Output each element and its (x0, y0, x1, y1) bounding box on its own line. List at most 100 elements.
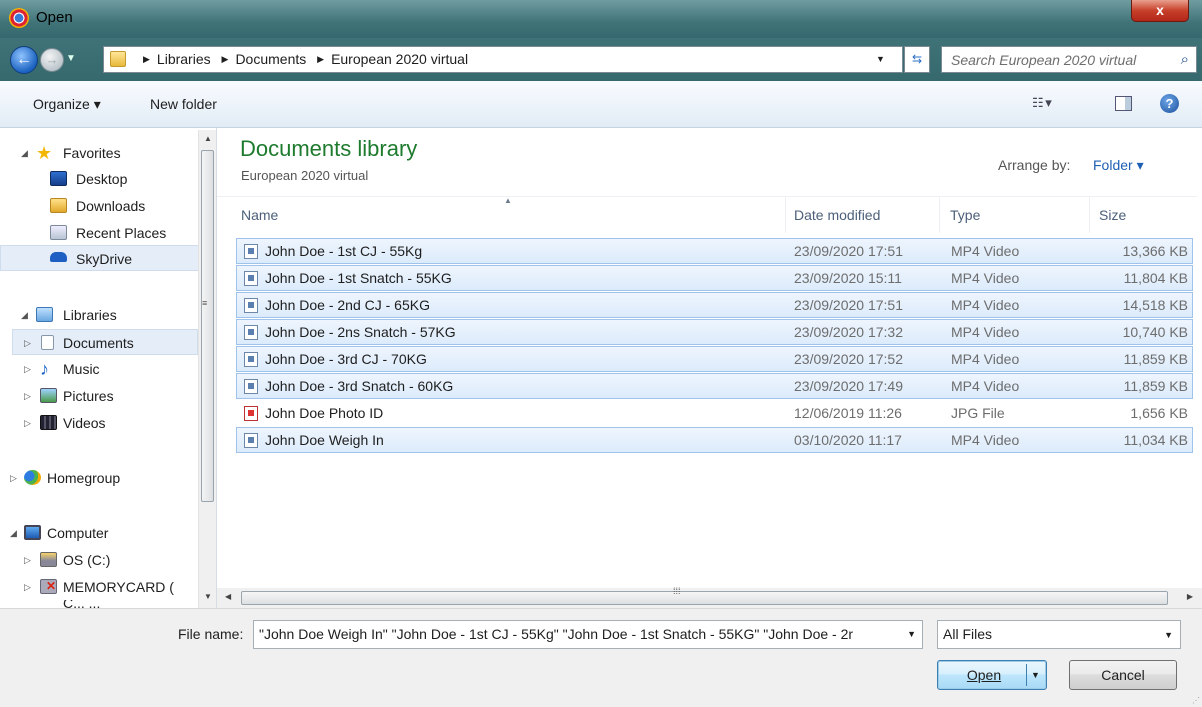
sidebar-item-homegroup[interactable]: ▷ Homegroup (0, 465, 199, 491)
search-placeholder: Search European 2020 virtual (951, 52, 1137, 68)
sidebar-item-videos[interactable]: ▷ Videos (0, 410, 199, 436)
sidebar-item-pictures[interactable]: ▷ Pictures (0, 383, 199, 409)
sidebar-scrollbar[interactable]: ▲ ≡ ▼ (198, 130, 216, 608)
sidebar-item-label: Documents (63, 335, 134, 351)
sidebar-item-memorycard[interactable]: ▷ ✕ MEMORYCARD ( (0, 574, 199, 600)
column-divider[interactable] (1089, 197, 1090, 233)
sidebar-item-recent-places[interactable]: Recent Places (0, 220, 199, 246)
breadcrumb: ▶ Libraries ▶ Documents ▶ European 2020 vir… (136, 51, 468, 67)
address-bar[interactable]: ▶ Libraries ▶ Documents ▶ European 2020 vir… (103, 46, 903, 73)
column-divider[interactable] (939, 197, 940, 233)
file-name: John Doe Weigh In (265, 432, 384, 448)
expanded-arrow-icon[interactable]: ◢ (21, 302, 28, 328)
column-headers: ▲ Name Date modified Type Size (217, 196, 1197, 234)
breadcrumb-libraries[interactable]: Libraries (157, 51, 211, 67)
sidebar-item-desktop[interactable]: Desktop (0, 166, 199, 192)
collapsed-arrow-icon[interactable]: ▷ (10, 465, 17, 491)
column-size[interactable]: Size (1099, 207, 1126, 223)
file-name-dropdown-icon[interactable]: ▼ (907, 629, 916, 639)
collapsed-arrow-icon[interactable]: ▷ (24, 547, 31, 573)
breadcrumb-chevron-icon[interactable]: ▶ (222, 54, 229, 64)
scroll-up-icon[interactable]: ▲ (204, 134, 212, 143)
column-type[interactable]: Type (950, 207, 980, 223)
file-row[interactable]: John Doe - 1st Snatch - 55KG 23/09/2020 … (236, 265, 1193, 291)
mp4-file-icon (244, 433, 258, 448)
search-icon[interactable]: ⌕ (1181, 51, 1189, 68)
open-options-dropdown-icon[interactable]: ▼ (1031, 661, 1040, 689)
column-date-modified[interactable]: Date modified (794, 207, 880, 223)
sidebar-item-os-c[interactable]: ▷ OS (C:) (0, 547, 199, 573)
resize-grip-icon[interactable]: ⋰ (1192, 696, 1200, 705)
back-button[interactable]: ← (10, 46, 38, 74)
breadcrumb-documents[interactable]: Documents (235, 51, 306, 67)
sidebar-item-documents[interactable]: ▷ Documents (12, 329, 198, 355)
new-folder-button[interactable]: New folder (150, 96, 217, 112)
file-date: 23/09/2020 17:51 (794, 243, 903, 259)
scroll-left-icon[interactable]: ◀ (225, 592, 231, 601)
window-title: Open (36, 9, 73, 26)
file-row[interactable]: John Doe - 2ns Snatch - 57KG 23/09/2020 … (236, 319, 1193, 345)
file-row[interactable]: John Doe - 3rd CJ - 70KG 23/09/2020 17:5… (236, 346, 1193, 372)
change-view-icon[interactable]: ☷ ▾ (1032, 95, 1052, 111)
file-type: MP4 Video (951, 351, 1020, 367)
file-type-select[interactable]: All Files ▼ (937, 620, 1181, 649)
history-dropdown-icon[interactable]: ▼ (66, 53, 76, 64)
sidebar-item-libraries[interactable]: ◢ Libraries (0, 302, 199, 328)
file-row[interactable]: John Doe - 3rd Snatch - 60KG 23/09/2020 … (236, 373, 1193, 399)
preview-pane-icon[interactable] (1115, 96, 1132, 111)
collapsed-arrow-icon[interactable]: ▷ (24, 330, 31, 356)
breadcrumb-chevron-icon[interactable]: ▶ (143, 54, 150, 64)
help-icon[interactable]: ? (1160, 94, 1179, 113)
file-date: 23/09/2020 17:52 (794, 351, 903, 367)
collapsed-arrow-icon[interactable]: ▷ (24, 383, 31, 409)
file-name-input[interactable]: "John Doe Weigh In" "John Doe - 1st CJ -… (253, 620, 923, 649)
scroll-right-icon[interactable]: ▶ (1187, 592, 1193, 601)
address-dropdown-icon[interactable]: ▼ (876, 54, 885, 64)
scrollbar-thumb[interactable] (201, 150, 214, 502)
scroll-down-icon[interactable]: ▼ (204, 592, 212, 601)
file-row[interactable]: John Doe Photo ID 12/06/2019 11:26 JPG F… (236, 400, 1193, 426)
horizontal-scrollbar[interactable]: ◀ ⁞⁞⁞ ▶ (217, 586, 1202, 608)
collapsed-arrow-icon[interactable]: ▷ (24, 574, 31, 600)
sidebar-item-label: Recent Places (76, 225, 167, 241)
file-date: 03/10/2020 11:17 (794, 432, 902, 448)
drive-icon (40, 552, 57, 567)
collapsed-arrow-icon[interactable]: ▷ (24, 356, 31, 382)
column-name[interactable]: Name (241, 207, 278, 223)
expanded-arrow-icon[interactable]: ◢ (21, 140, 28, 166)
sidebar-item-favorites[interactable]: ◢ ★ Favorites (0, 140, 199, 166)
file-row[interactable]: John Doe - 2nd CJ - 65KG 23/09/2020 17:5… (236, 292, 1193, 318)
videos-icon (40, 415, 57, 430)
collapsed-arrow-icon[interactable]: ▷ (24, 410, 31, 436)
breadcrumb-chevron-icon[interactable]: ▶ (317, 54, 324, 64)
search-input[interactable]: Search European 2020 virtual ⌕ (941, 46, 1197, 73)
sidebar-item-music[interactable]: ▷ ♪ Music (0, 356, 199, 382)
refresh-icon[interactable]: ⇆ (904, 46, 930, 73)
file-row[interactable]: John Doe - 1st CJ - 55Kg 23/09/2020 17:5… (236, 238, 1193, 264)
library-title: Documents library (240, 136, 418, 161)
sidebar-item-label: Favorites (63, 145, 121, 161)
expanded-arrow-icon[interactable]: ◢ (10, 520, 17, 546)
sidebar-item-partial[interactable]: C... ... (0, 600, 199, 608)
sidebar-item-skydrive[interactable]: SkyDrive (0, 245, 199, 271)
cancel-button[interactable]: Cancel (1069, 660, 1177, 690)
open-button[interactable]: Open ▼ (937, 660, 1047, 690)
chevron-down-icon[interactable]: ▼ (1164, 630, 1173, 640)
music-icon: ♪ (40, 359, 49, 379)
breadcrumb-european-2020-virtual[interactable]: European 2020 virtual (331, 51, 468, 67)
column-divider[interactable] (785, 197, 786, 233)
sidebar-item-downloads[interactable]: Downloads (0, 193, 199, 219)
file-type: MP4 Video (951, 324, 1020, 340)
computer-icon (24, 525, 41, 540)
sidebar-item-computer[interactable]: ◢ Computer (0, 520, 199, 546)
file-type: MP4 Video (951, 432, 1020, 448)
file-row[interactable]: John Doe Weigh In 03/10/2020 11:17 MP4 V… (236, 427, 1193, 453)
forward-button[interactable]: → (40, 48, 64, 72)
libraries-icon (36, 307, 53, 322)
file-name: John Doe - 1st Snatch - 55KG (265, 270, 452, 286)
scrollbar-thumb[interactable] (241, 591, 1168, 605)
arrange-by-dropdown[interactable]: Folder ▾ (1093, 157, 1144, 174)
close-button[interactable]: x (1131, 0, 1189, 22)
organize-button[interactable]: Organize ▾ (33, 96, 101, 113)
file-name: John Doe - 2nd CJ - 65KG (265, 297, 430, 313)
